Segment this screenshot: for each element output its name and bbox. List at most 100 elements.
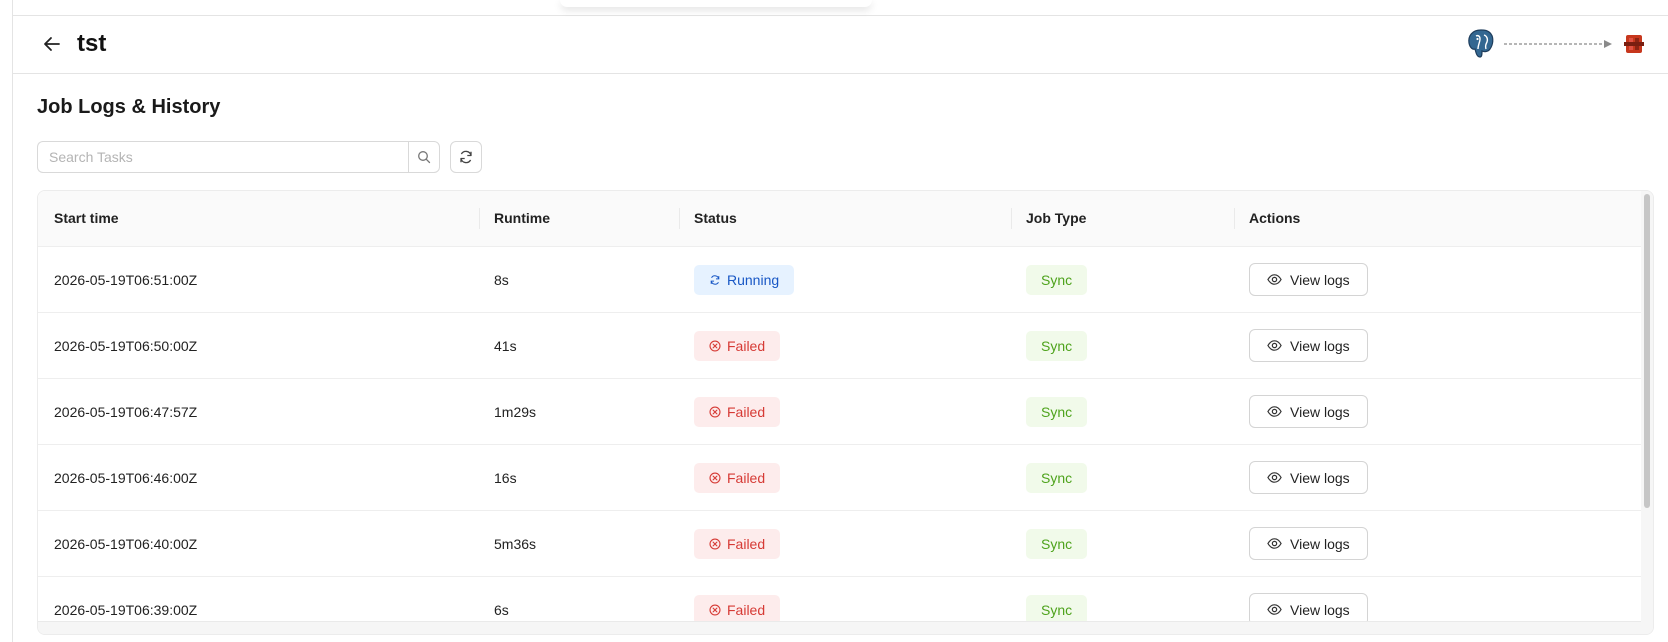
section-title: Job Logs & History — [37, 96, 221, 118]
page-header: tst — [13, 16, 1668, 74]
column-separator — [1011, 208, 1012, 229]
status-badge: Failed — [694, 528, 781, 559]
view-logs-button[interactable]: View logs — [1249, 329, 1368, 362]
status-badge: Failed — [694, 330, 781, 361]
status-cell: Failed — [694, 511, 781, 576]
column-header-runtime: Runtime — [494, 210, 550, 226]
view-logs-button[interactable]: View logs — [1249, 263, 1368, 296]
table-row: 2026-05-19T06:50:00Z 41s Failed Sync Vie… — [38, 313, 1642, 379]
horizontal-scrollbar[interactable] — [38, 621, 1642, 634]
table-row: 2026-05-19T06:40:00Z 5m36s Failed Sync V… — [38, 511, 1642, 577]
aws-s3-icon — [1624, 35, 1644, 53]
close-circle-icon — [709, 537, 721, 550]
search-button[interactable] — [408, 141, 440, 173]
job-logs-table: Start time Runtime Status Job Type Actio… — [37, 190, 1654, 635]
search-input[interactable] — [37, 141, 409, 173]
column-header-actions: Actions — [1249, 210, 1301, 226]
status-cell: Failed — [694, 379, 781, 444]
eye-icon — [1267, 340, 1282, 351]
left-border — [12, 0, 13, 642]
status-badge: Running — [694, 264, 795, 295]
column-separator — [479, 208, 480, 229]
job-type-badge: Sync — [1026, 330, 1088, 361]
status-label: Failed — [727, 469, 766, 486]
job-type-badge: Sync — [1026, 462, 1088, 493]
job-type-badge: Sync — [1026, 594, 1088, 625]
close-circle-icon — [709, 405, 721, 418]
refresh-icon — [460, 150, 472, 164]
status-label: Running — [727, 271, 780, 288]
job-type-cell: Sync — [1026, 313, 1088, 378]
actions-cell: View logs — [1249, 445, 1368, 510]
start-time-cell: 2026-05-19T06:51:00Z — [54, 271, 198, 288]
job-type-cell: Sync — [1026, 379, 1088, 444]
table-header: Start time Runtime Status Job Type Actio… — [38, 191, 1642, 247]
scrollbar-thumb[interactable] — [1644, 194, 1650, 508]
job-type-cell: Sync — [1026, 511, 1088, 576]
runtime-cell: 16s — [494, 469, 517, 486]
close-circle-icon — [709, 339, 721, 352]
view-logs-button[interactable]: View logs — [1249, 527, 1368, 560]
eye-icon — [1267, 538, 1282, 549]
job-type-cell: Sync — [1026, 445, 1088, 510]
table-row: 2026-05-19T06:47:57Z 1m29s Failed Sync V… — [38, 379, 1642, 445]
job-type-cell: Sync — [1026, 247, 1088, 312]
status-label: Failed — [727, 535, 766, 552]
page-title: tst — [77, 30, 107, 57]
actions-cell: View logs — [1249, 313, 1368, 378]
status-cell: Running — [694, 247, 795, 312]
view-logs-label: View logs — [1290, 337, 1350, 354]
status-label: Failed — [727, 601, 766, 618]
pipeline-indicator — [1466, 26, 1646, 62]
view-logs-button[interactable]: View logs — [1249, 461, 1368, 494]
status-badge: Failed — [694, 462, 781, 493]
actions-cell: View logs — [1249, 511, 1368, 576]
back-button[interactable] — [39, 31, 65, 57]
column-separator — [679, 208, 680, 229]
view-logs-label: View logs — [1290, 469, 1350, 486]
arrow-left-icon — [44, 37, 60, 51]
eye-icon — [1267, 604, 1282, 615]
postgres-elephant-icon — [1468, 29, 1494, 58]
runtime-cell: 41s — [494, 337, 517, 354]
start-time-cell: 2026-05-19T06:40:00Z — [54, 535, 198, 552]
start-time-cell: 2026-05-19T06:47:57Z — [54, 403, 198, 420]
status-cell: Failed — [694, 445, 781, 510]
eye-icon — [1267, 472, 1282, 483]
column-header-job-type: Job Type — [1026, 210, 1087, 226]
actions-cell: View logs — [1249, 379, 1368, 444]
job-type-badge: Sync — [1026, 264, 1088, 295]
status-cell: Failed — [694, 313, 781, 378]
refresh-button[interactable] — [450, 141, 482, 173]
table-row: 2026-05-19T06:51:00Z 8s Running Sync Vie… — [38, 247, 1642, 313]
runtime-cell: 5m36s — [494, 535, 537, 552]
eye-icon — [1267, 274, 1282, 285]
start-time-cell: 2026-05-19T06:46:00Z — [54, 469, 198, 486]
sync-icon — [710, 274, 720, 285]
status-badge: Failed — [694, 594, 781, 625]
search-bar — [37, 141, 440, 173]
job-type-badge: Sync — [1026, 396, 1088, 427]
vertical-scrollbar[interactable] — [1641, 191, 1653, 634]
view-logs-label: View logs — [1290, 271, 1350, 288]
close-circle-icon — [709, 603, 721, 616]
column-header-status: Status — [694, 210, 737, 226]
job-type-badge: Sync — [1026, 528, 1088, 559]
actions-cell: View logs — [1249, 247, 1368, 312]
status-label: Failed — [727, 337, 766, 354]
status-label: Failed — [727, 403, 766, 420]
popover-edge — [560, 0, 872, 7]
view-logs-label: View logs — [1290, 535, 1350, 552]
view-logs-label: View logs — [1290, 601, 1350, 618]
column-header-start-time: Start time — [54, 210, 119, 226]
start-time-cell: 2026-05-19T06:50:00Z — [54, 337, 198, 354]
search-icon — [418, 151, 431, 164]
column-separator — [1234, 208, 1235, 229]
dashed-arrow-icon — [1504, 40, 1612, 48]
view-logs-button[interactable]: View logs — [1249, 395, 1368, 428]
status-badge: Failed — [694, 396, 781, 427]
table-row: 2026-05-19T06:46:00Z 16s Failed Sync Vie… — [38, 445, 1642, 511]
runtime-cell: 8s — [494, 271, 509, 288]
view-logs-label: View logs — [1290, 403, 1350, 420]
table-body: Start time Runtime Status Job Type Actio… — [38, 191, 1642, 634]
